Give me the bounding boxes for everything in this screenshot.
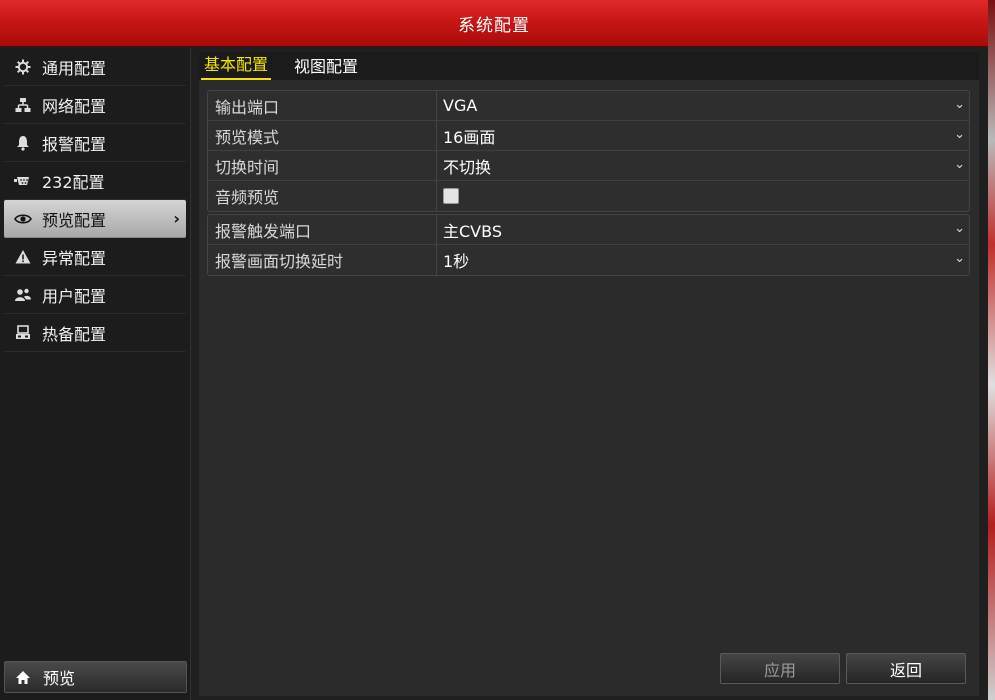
setting-row-alarm-trigger-port: 报警触发端口 主CVBS ⌄ bbox=[208, 215, 969, 245]
alarm-bell-icon bbox=[12, 135, 34, 151]
serial-port-icon bbox=[12, 173, 34, 189]
audio-preview-checkbox[interactable] bbox=[443, 188, 459, 204]
apply-button[interactable]: 应用 bbox=[720, 653, 840, 684]
setting-row-output-port: 输出端口 VGA ⌄ bbox=[208, 91, 969, 121]
alarm-switch-delay-select[interactable]: 1秒 ⌄ bbox=[437, 245, 969, 275]
sidebar-item-label: 用户配置 bbox=[42, 286, 107, 306]
back-button[interactable]: 返回 bbox=[846, 653, 966, 684]
select-value: VGA bbox=[443, 96, 478, 115]
main-content: 基本配置 视图配置 输出端口 VGA ⌄ 预览模式 16画面 ⌄ 切换时间 不切… bbox=[199, 52, 979, 696]
settings-group-output: 输出端口 VGA ⌄ 预览模式 16画面 ⌄ 切换时间 不切换 ⌄ 音频预览 bbox=[207, 90, 970, 212]
switch-time-select[interactable]: 不切换 ⌄ bbox=[437, 151, 969, 180]
sidebar-item-rs232[interactable]: 232配置 bbox=[4, 162, 186, 200]
live-preview-button[interactable]: 预览 bbox=[4, 661, 187, 693]
setting-row-switch-time: 切换时间 不切换 ⌄ bbox=[208, 151, 969, 181]
sidebar-item-network[interactable]: 网络配置 bbox=[4, 86, 186, 124]
hot-backup-icon bbox=[12, 324, 34, 341]
setting-label: 输出端口 bbox=[208, 91, 437, 120]
sidebar-item-user[interactable]: 用户配置 bbox=[4, 276, 186, 314]
eye-icon bbox=[12, 212, 34, 226]
setting-row-audio-preview: 音频预览 bbox=[208, 181, 969, 211]
sidebar-item-alarm[interactable]: 报警配置 bbox=[4, 124, 186, 162]
settings-group-alarm: 报警触发端口 主CVBS ⌄ 报警画面切换延时 1秒 ⌄ bbox=[207, 214, 970, 276]
select-value: 1秒 bbox=[443, 252, 470, 271]
select-value: 不切换 bbox=[443, 157, 492, 177]
output-port-select[interactable]: VGA ⌄ bbox=[437, 91, 969, 120]
setting-label: 预览模式 bbox=[208, 121, 437, 150]
preview-mode-select[interactable]: 16画面 ⌄ bbox=[437, 121, 969, 150]
home-icon bbox=[15, 670, 31, 685]
setting-row-alarm-switch-delay: 报警画面切换延时 1秒 ⌄ bbox=[208, 245, 969, 275]
setting-label: 报警画面切换延时 bbox=[208, 245, 437, 275]
select-value: 主CVBS bbox=[443, 221, 502, 241]
live-preview-label: 预览 bbox=[43, 669, 76, 688]
sidebar-item-label: 热备配置 bbox=[42, 324, 107, 344]
network-icon bbox=[12, 97, 34, 113]
chevron-down-icon: ⌄ bbox=[954, 221, 965, 236]
chevron-down-icon: ⌄ bbox=[954, 127, 965, 142]
sidebar: 通用配置 网络配置 报警配置 232配置 预览配置 › 异常配置 用户配置 热备… bbox=[0, 48, 191, 700]
setting-label: 音频预览 bbox=[208, 181, 437, 211]
audio-preview-cell bbox=[437, 181, 969, 211]
sidebar-item-exception[interactable]: 异常配置 bbox=[4, 238, 186, 276]
sidebar-item-label: 网络配置 bbox=[42, 96, 107, 116]
gear-icon bbox=[12, 59, 34, 75]
sidebar-item-label: 通用配置 bbox=[42, 58, 107, 78]
sidebar-item-hot-backup[interactable]: 热备配置 bbox=[4, 314, 186, 352]
tab-view-config[interactable]: 视图配置 bbox=[291, 53, 361, 80]
tab-bar: 基本配置 视图配置 bbox=[199, 52, 979, 80]
alarm-trigger-port-select[interactable]: 主CVBS ⌄ bbox=[437, 215, 969, 244]
sidebar-item-preview-config[interactable]: 预览配置 › bbox=[4, 200, 186, 238]
chevron-down-icon: ⌄ bbox=[954, 97, 965, 112]
sidebar-item-label: 报警配置 bbox=[42, 134, 107, 154]
setting-label: 切换时间 bbox=[208, 151, 437, 180]
chevron-right-icon: › bbox=[173, 209, 180, 228]
window-title: 系统配置 bbox=[458, 15, 530, 36]
setting-row-preview-mode: 预览模式 16画面 ⌄ bbox=[208, 121, 969, 151]
sidebar-item-label: 232配置 bbox=[42, 172, 105, 192]
users-icon bbox=[12, 287, 34, 303]
warning-icon bbox=[12, 249, 34, 265]
setting-label: 报警触发端口 bbox=[208, 215, 437, 244]
chevron-down-icon: ⌄ bbox=[954, 157, 965, 172]
select-value: 16画面 bbox=[443, 127, 496, 147]
sidebar-item-label: 预览配置 bbox=[42, 210, 107, 230]
system-config-window: 系统配置 通用配置 网络配置 报警配置 232配置 预览配置 › 异常配置 用户… bbox=[0, 0, 988, 700]
sidebar-item-general[interactable]: 通用配置 bbox=[4, 48, 186, 86]
chevron-down-icon: ⌄ bbox=[954, 251, 965, 266]
tab-basic-config[interactable]: 基本配置 bbox=[201, 51, 272, 80]
background-strip bbox=[988, 0, 995, 700]
sidebar-item-label: 异常配置 bbox=[42, 248, 107, 268]
title-bar: 系统配置 bbox=[0, 0, 988, 47]
